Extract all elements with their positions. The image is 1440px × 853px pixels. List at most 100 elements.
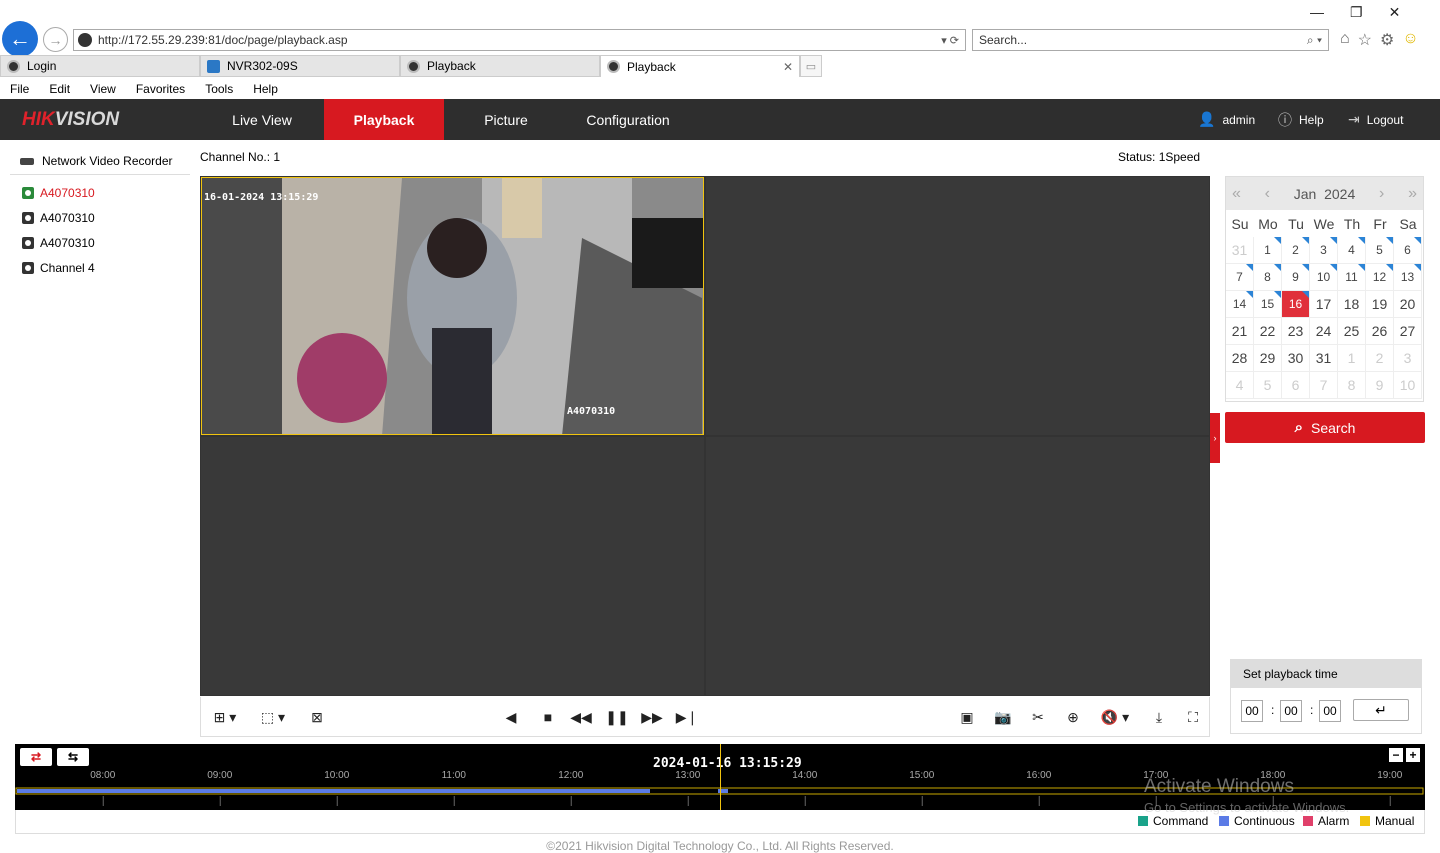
logout-link[interactable]: ⇥ Logout <box>1348 99 1403 140</box>
tab-close-icon[interactable]: ✕ <box>783 60 793 74</box>
tab-playback-1[interactable]: Playback <box>400 55 600 77</box>
search-button[interactable]: ⌕ Search <box>1225 412 1425 443</box>
minimize-icon[interactable]: — <box>1310 4 1324 21</box>
browser-search-input[interactable]: Search... ⌕ ▾ <box>972 29 1329 51</box>
stop-all-button[interactable]: ⊠ <box>307 707 327 727</box>
tab-playback-2[interactable]: Playback ✕ <box>600 55 800 77</box>
calendar-day[interactable]: 31 <box>1226 237 1254 264</box>
tab-nvr[interactable]: NVR302-09S <box>200 55 400 77</box>
calendar-day[interactable]: 23 <box>1282 318 1310 345</box>
digital-zoom-button[interactable]: ⊕ <box>1063 707 1083 727</box>
calendar-day[interactable]: 9 <box>1366 372 1394 399</box>
menu-view[interactable]: View <box>80 79 126 99</box>
select-area-button[interactable]: ⬚ ▾ <box>255 707 291 727</box>
menu-help[interactable]: Help <box>243 79 288 99</box>
hour-input[interactable]: 00 <box>1241 700 1263 722</box>
home-icon[interactable]: ⌂ <box>1340 30 1350 50</box>
help-link[interactable]: ⓘ Help <box>1278 99 1324 140</box>
calendar-day[interactable]: 3 <box>1310 237 1338 264</box>
calendar-day[interactable]: 31 <box>1310 345 1338 372</box>
nvr-tree-root[interactable]: Network Video Recorder <box>10 148 190 175</box>
calendar-day[interactable]: 2 <box>1366 345 1394 372</box>
panel-toggle-handle[interactable]: › <box>1210 413 1220 463</box>
calendar-day[interactable]: 11 <box>1338 264 1366 291</box>
new-tab-button[interactable]: ▭ <box>800 55 822 77</box>
stop-clip-button[interactable]: ▣ <box>957 707 977 727</box>
calendar-day[interactable]: 26 <box>1366 318 1394 345</box>
capture-button[interactable]: 📷 <box>993 707 1013 727</box>
nav-playback[interactable]: Playback <box>324 99 444 140</box>
calendar-day[interactable]: 8 <box>1338 372 1366 399</box>
calendar-day[interactable]: 21 <box>1226 318 1254 345</box>
single-frame-button[interactable]: ▶❘ <box>676 707 699 727</box>
calendar-day[interactable]: 3 <box>1394 345 1422 372</box>
nav-picture[interactable]: Picture <box>446 99 566 140</box>
pause-button[interactable]: ❚❚ <box>605 707 628 727</box>
calendar-day[interactable]: 10 <box>1394 372 1422 399</box>
zoom-in-button[interactable]: + <box>1406 748 1420 762</box>
nav-configuration[interactable]: Configuration <box>568 99 688 140</box>
calendar-day[interactable]: 16 <box>1282 291 1310 318</box>
menu-file[interactable]: File <box>0 79 39 99</box>
smiley-icon[interactable]: ☺ <box>1402 30 1418 50</box>
star-icon[interactable]: ☆ <box>1358 30 1372 50</box>
menu-tools[interactable]: Tools <box>195 79 243 99</box>
restore-icon[interactable]: ❐ <box>1350 4 1363 21</box>
clip-button[interactable]: ✂ <box>1028 707 1048 727</box>
calendar-day[interactable]: 17 <box>1310 291 1338 318</box>
back-button[interactable]: ← <box>2 21 38 57</box>
address-bar[interactable]: http://172.55.29.239:81/doc/page/playbac… <box>73 29 966 51</box>
apply-time-button[interactable]: ↵ <box>1353 699 1409 721</box>
download-button[interactable]: ⤓ <box>1149 707 1169 727</box>
video-window-2[interactable] <box>706 177 1209 435</box>
second-input[interactable]: 00 <box>1319 700 1341 722</box>
channel-item-3[interactable]: A4070310 <box>10 230 190 255</box>
prev-year-icon[interactable]: « <box>1232 185 1241 203</box>
calendar-day[interactable]: 12 <box>1366 264 1394 291</box>
reverse-play-button[interactable]: ◀ <box>501 707 521 727</box>
calendar-day[interactable]: 22 <box>1254 318 1282 345</box>
calendar-day[interactable]: 2 <box>1282 237 1310 264</box>
calendar-day[interactable]: 5 <box>1366 237 1394 264</box>
calendar-day[interactable]: 14 <box>1226 291 1254 318</box>
calendar-day[interactable]: 6 <box>1282 372 1310 399</box>
channel-item-1[interactable]: A4070310 <box>10 180 190 205</box>
channel-item-2[interactable]: A4070310 <box>10 205 190 230</box>
gear-icon[interactable]: ⚙ <box>1380 30 1394 50</box>
nav-live-view[interactable]: Live View <box>202 99 322 140</box>
stop-button[interactable]: ■ <box>538 707 558 727</box>
timeline-cursor[interactable] <box>720 744 721 810</box>
calendar-day[interactable]: 15 <box>1254 291 1282 318</box>
window-layout-button[interactable]: ⊞ ▾ <box>207 707 243 727</box>
calendar-day[interactable]: 1 <box>1338 345 1366 372</box>
calendar-day[interactable]: 13 <box>1394 264 1422 291</box>
slow-button[interactable]: ◀◀ <box>570 707 592 727</box>
audio-button[interactable]: 🔇 ▾ <box>1097 707 1133 727</box>
video-window-4[interactable] <box>706 437 1209 695</box>
calendar-day[interactable]: 29 <box>1254 345 1282 372</box>
zoom-out-button[interactable]: − <box>1389 748 1403 762</box>
video-window-3[interactable] <box>201 437 704 695</box>
calendar-day[interactable]: 5 <box>1254 372 1282 399</box>
next-month-icon[interactable]: › <box>1379 185 1384 203</box>
calendar-day[interactable]: 24 <box>1310 318 1338 345</box>
menu-edit[interactable]: Edit <box>39 79 80 99</box>
calendar-day[interactable]: 28 <box>1226 345 1254 372</box>
channel-item-4[interactable]: Channel 4 <box>10 255 190 280</box>
next-year-icon[interactable]: » <box>1408 185 1417 203</box>
calendar-day[interactable]: 25 <box>1338 318 1366 345</box>
minute-input[interactable]: 00 <box>1280 700 1302 722</box>
calendar-day[interactable]: 20 <box>1394 291 1422 318</box>
video-window-1[interactable]: 16-01-2024 13:15:29 A4070310 <box>201 177 704 435</box>
calendar-day[interactable]: 7 <box>1226 264 1254 291</box>
fast-button[interactable]: ▶▶ <box>641 707 663 727</box>
refresh-icon[interactable]: ▾ ⟳ <box>941 34 959 47</box>
magnifier-icon[interactable]: ⌕ ▾ <box>1307 33 1322 48</box>
close-icon[interactable]: ✕ <box>1389 4 1401 21</box>
forward-button[interactable]: → <box>43 27 68 52</box>
calendar-day[interactable]: 27 <box>1394 318 1422 345</box>
calendar-day[interactable]: 4 <box>1226 372 1254 399</box>
calendar-day[interactable]: 10 <box>1310 264 1338 291</box>
calendar-day[interactable]: 1 <box>1254 237 1282 264</box>
user-menu[interactable]: 👤 admin <box>1198 99 1255 140</box>
